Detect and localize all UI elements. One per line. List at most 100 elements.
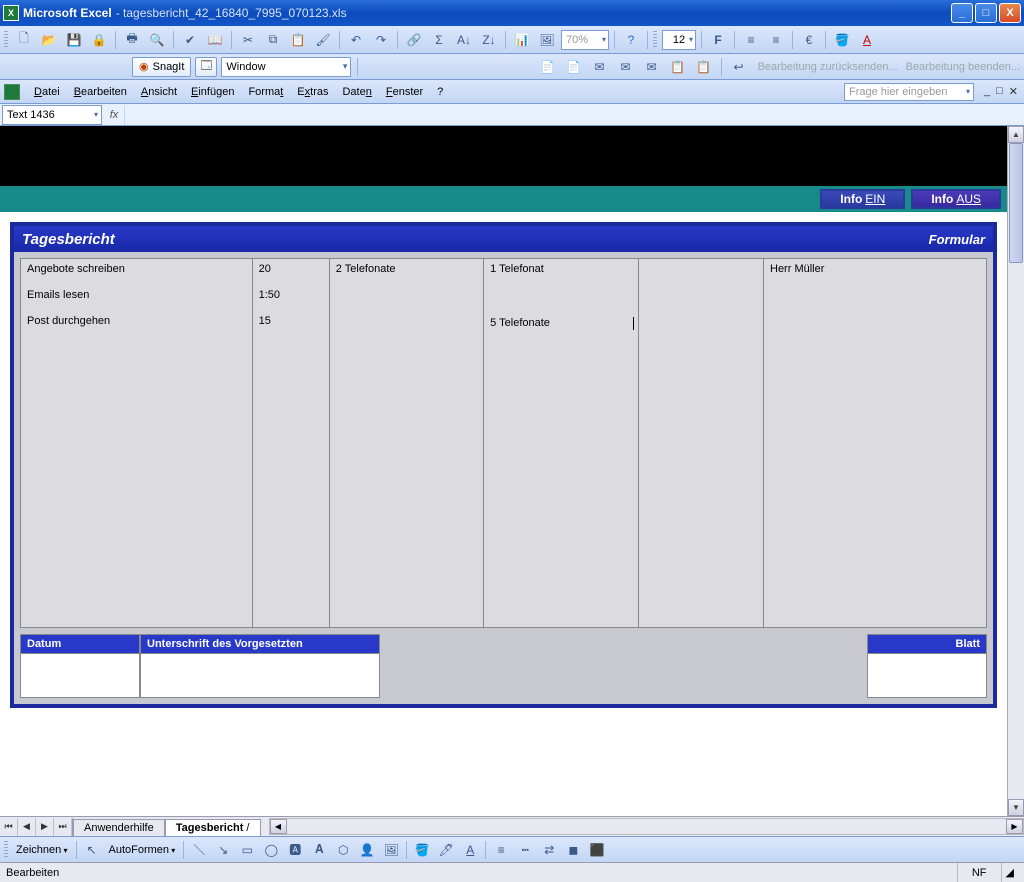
oval-icon[interactable]: ◯ xyxy=(260,839,282,861)
zeichnen-menu[interactable]: Zeichnen xyxy=(12,844,72,856)
scroll-up-arrow-icon[interactable]: ▲ xyxy=(1008,126,1024,143)
scroll-down-arrow-icon[interactable]: ▼ xyxy=(1008,799,1024,816)
sheet-content[interactable]: Info EIN Info AUS Tagesbericht Formular … xyxy=(0,126,1007,816)
hscroll-track[interactable] xyxy=(287,819,1007,834)
print-icon[interactable]: 🖶 xyxy=(121,29,143,51)
window-maximize-button[interactable]: □ xyxy=(975,3,997,23)
permission-icon[interactable]: 🔒 xyxy=(88,29,110,51)
review-icon-1[interactable]: 📄 xyxy=(537,56,559,78)
info-aus-button[interactable]: Info AUS xyxy=(911,189,1001,209)
grid-col-4[interactable]: 1 Telefonat 5 Telefonate xyxy=(484,259,638,627)
copy-icon[interactable]: ⧉ xyxy=(262,29,284,51)
grid-col-2[interactable]: 20 1:50 15 xyxy=(253,259,330,627)
cell-c1-r1[interactable]: Angebote schreiben xyxy=(27,263,246,275)
clipart-icon[interactable]: 👤 xyxy=(356,839,378,861)
footer-datum-input[interactable] xyxy=(20,654,140,698)
snagit-mode-selector[interactable]: Window xyxy=(221,57,351,77)
cut-icon[interactable]: ✂ xyxy=(237,29,259,51)
grid-col-3[interactable]: 2 Telefonate xyxy=(330,259,484,627)
cell-c1-r2[interactable]: Emails lesen xyxy=(27,289,246,301)
shadow-icon[interactable]: ◼ xyxy=(562,839,584,861)
align-left-icon[interactable]: ≡ xyxy=(740,29,762,51)
footer-blatt-input[interactable] xyxy=(867,654,987,698)
workbook-icon[interactable] xyxy=(4,84,20,100)
cell-c4-r2-active[interactable]: 5 Telefonate xyxy=(490,317,631,329)
menu-daten[interactable]: Daten xyxy=(336,84,377,100)
grid-col-6[interactable]: Herr Müller xyxy=(764,259,986,627)
menu-format[interactable]: Format xyxy=(242,84,289,100)
cell-c2-r1[interactable]: 20 xyxy=(259,263,323,275)
hscroll-left-arrow-icon[interactable]: ◀ xyxy=(270,819,287,834)
wordart-icon[interactable]: 𝐀 xyxy=(308,839,330,861)
help-search-box[interactable]: Frage hier eingeben xyxy=(844,83,974,101)
fx-icon[interactable]: fx xyxy=(104,109,124,121)
paste-icon[interactable]: 📋 xyxy=(287,29,309,51)
autosum-icon[interactable]: Σ xyxy=(428,29,450,51)
redo-icon[interactable]: ↷ xyxy=(370,29,392,51)
grid-col-1[interactable]: Angebote schreiben Emails lesen Post dur… xyxy=(21,259,253,627)
doc-restore-button[interactable]: □ xyxy=(994,85,1005,98)
align-center-icon[interactable]: ≡ xyxy=(765,29,787,51)
cell-c2-r2[interactable]: 1:50 xyxy=(259,289,323,301)
window-minimize-button[interactable]: _ xyxy=(951,3,973,23)
print-preview-icon[interactable]: 🔍 xyxy=(146,29,168,51)
cell-c2-r3[interactable]: 15 xyxy=(259,315,323,327)
review-icon-7[interactable]: 📋 xyxy=(693,56,715,78)
draw-grip[interactable] xyxy=(4,841,8,859)
tab-nav-first-icon[interactable]: ⏮ xyxy=(0,818,18,836)
spellcheck-icon[interactable]: ✔ xyxy=(179,29,201,51)
undo-icon[interactable]: ↶ xyxy=(345,29,367,51)
autoformen-menu[interactable]: AutoFormen xyxy=(105,844,180,856)
line-icon[interactable]: ＼ xyxy=(188,839,210,861)
3d-icon[interactable]: ⬛ xyxy=(586,839,608,861)
picture-icon[interactable]: 🖼 xyxy=(380,839,402,861)
review-icon-4[interactable]: ✉ xyxy=(615,56,637,78)
save-icon[interactable]: 💾 xyxy=(63,29,85,51)
dash-style-icon[interactable]: ┅ xyxy=(514,839,536,861)
sort-asc-icon[interactable]: A↓ xyxy=(453,29,475,51)
cell-c4-r1[interactable]: 1 Telefonat xyxy=(490,263,631,275)
formula-input[interactable] xyxy=(124,105,1024,125)
horizontal-scrollbar[interactable]: ◀ ▶ xyxy=(269,818,1024,835)
chart-wizard-icon[interactable]: 📊 xyxy=(511,29,533,51)
cell-c1-r3[interactable]: Post durchgehen xyxy=(27,315,246,327)
line-style-icon[interactable]: ≡ xyxy=(490,839,512,861)
review-icon-2[interactable]: 📄 xyxy=(563,56,585,78)
status-resize-grip-icon[interactable]: ◢ xyxy=(1001,863,1018,882)
toolbar-grip-2[interactable] xyxy=(653,31,657,49)
review-icon-3[interactable]: ✉ xyxy=(589,56,611,78)
sheet-tab-anwenderhilfe[interactable]: Anwenderhilfe xyxy=(73,819,165,836)
menu-einfuegen[interactable]: Einfügen xyxy=(185,84,240,100)
font-color-icon[interactable]: A xyxy=(856,29,878,51)
new-file-icon[interactable]: 🗋 xyxy=(13,29,35,51)
tab-nav-last-icon[interactable]: ⏭ xyxy=(54,818,72,836)
review-return-label[interactable]: Bearbeitung zurücksenden... xyxy=(758,61,898,73)
bold-icon[interactable]: F xyxy=(707,29,729,51)
format-painter-icon[interactable]: 🖌 xyxy=(312,29,334,51)
sheet-tab-tagesbericht[interactable]: Tagesbericht / xyxy=(165,819,261,836)
select-objects-icon[interactable]: ↖ xyxy=(81,839,103,861)
hscroll-right-arrow-icon[interactable]: ▶ xyxy=(1006,819,1023,834)
review-end-label[interactable]: Bearbeitung beenden... xyxy=(906,61,1020,73)
arrow-icon[interactable]: ↘ xyxy=(212,839,234,861)
arrow-style-icon[interactable]: ⇄ xyxy=(538,839,560,861)
currency-icon[interactable]: € xyxy=(798,29,820,51)
line-color-icon[interactable]: 🖊 xyxy=(435,839,457,861)
hyperlink-icon[interactable]: 🔗 xyxy=(403,29,425,51)
open-file-icon[interactable]: 📂 xyxy=(38,29,60,51)
menu-fenster[interactable]: Fenster xyxy=(380,84,429,100)
review-icon-5[interactable]: ✉ xyxy=(641,56,663,78)
snagit-button[interactable]: ◉ SnagIt xyxy=(132,57,191,77)
font-color-draw-icon[interactable]: A xyxy=(459,839,481,861)
zoom-selector[interactable]: 70% xyxy=(561,30,609,50)
menu-datei[interactable]: Datei xyxy=(28,84,66,100)
scroll-track[interactable] xyxy=(1008,143,1024,799)
tab-nav-prev-icon[interactable]: ◀ xyxy=(18,818,36,836)
diagram-icon[interactable]: ⬡ xyxy=(332,839,354,861)
menu-hilfe[interactable]: ? xyxy=(431,84,449,100)
toolbar-grip[interactable] xyxy=(4,31,8,49)
menu-bearbeiten[interactable]: Bearbeiten xyxy=(68,84,133,100)
menu-ansicht[interactable]: Ansicht xyxy=(135,84,183,100)
review-icon-6[interactable]: 📋 xyxy=(667,56,689,78)
info-ein-button[interactable]: Info EIN xyxy=(820,189,905,209)
